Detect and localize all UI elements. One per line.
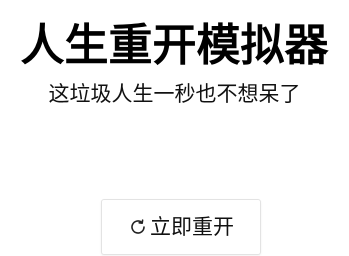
page-subtitle: 这垃圾人生一秒也不想呆了 <box>48 82 301 106</box>
home-screen: 人生重开模拟器 这垃圾人生一秒也不想呆了 立即重开 <box>0 0 349 256</box>
restart-button-label: 立即重开 <box>150 215 234 239</box>
restart-button[interactable]: 立即重开 <box>101 199 261 255</box>
page-title: 人生重开模拟器 <box>20 20 329 71</box>
refresh-icon <box>128 217 148 237</box>
